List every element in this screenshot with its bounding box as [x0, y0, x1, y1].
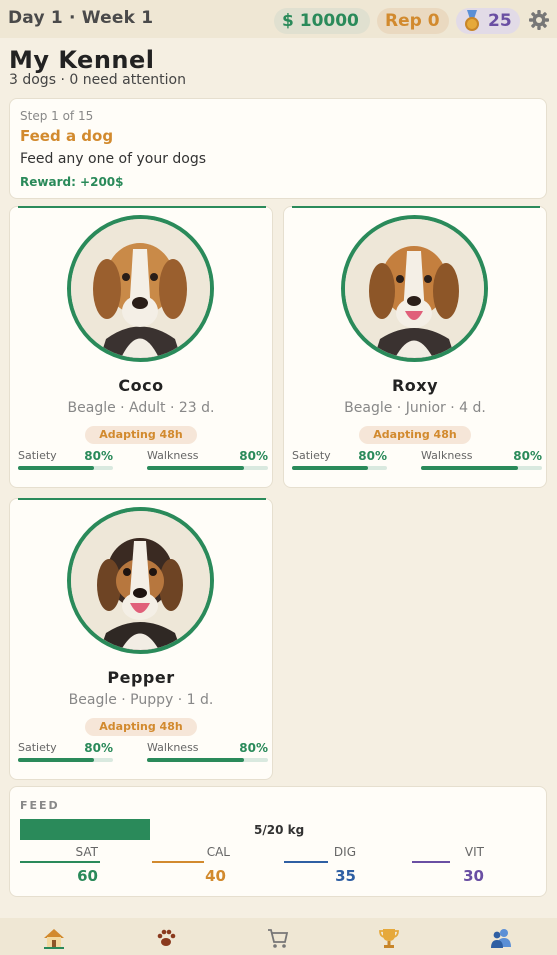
- feed-title: FEED: [20, 799, 60, 812]
- satiety-value: 80%: [84, 449, 113, 463]
- dog-card[interactable]: Roxy Beagle · Junior · 4 d. Adapting 48h…: [283, 206, 547, 488]
- dog-name: Roxy: [391, 376, 439, 395]
- top-bar: Day 1 · Week 1 $ 10000 Rep 0 25: [0, 0, 557, 38]
- money-counter: $ 10000: [274, 8, 370, 34]
- nutrient-line: [152, 861, 204, 863]
- dog-photo: [67, 507, 214, 654]
- user-icon[interactable]: [489, 926, 513, 950]
- task-description: Feed any one of your dogs: [20, 151, 207, 167]
- satiety-label: Satiety: [292, 449, 331, 462]
- status-badge: Adapting 48h: [359, 426, 471, 444]
- nutrient-dig: DIG 35: [284, 845, 356, 885]
- feed-panel: FEED 5/20 kg SAT 60 CAL 40 DIG 35 VIT 30: [9, 786, 547, 897]
- bottom-nav: [0, 918, 557, 955]
- walkness-value: 80%: [239, 449, 268, 463]
- walkness-label: Walkness: [421, 449, 473, 462]
- medal-counter: 25: [456, 8, 520, 34]
- dog-info: Beagle · Puppy · 1 d.: [68, 692, 214, 708]
- walkness-bar: [421, 466, 518, 470]
- medal-icon: [462, 10, 482, 32]
- feed-level-bar: [20, 819, 150, 840]
- nutrient-label: DIG: [333, 845, 356, 859]
- walkness-label: Walkness: [147, 449, 199, 462]
- dog-info: Beagle · Junior · 4 d.: [344, 400, 486, 416]
- task-step: Step 1 of 15: [20, 109, 94, 123]
- cart-icon[interactable]: [266, 926, 290, 950]
- nutrient-line: [412, 861, 450, 863]
- day-week-label: Day 1 · Week 1: [8, 8, 154, 28]
- page-subtitle: 3 dogs · 0 need attention: [9, 72, 186, 88]
- nutrient-vit: VIT 30: [412, 845, 484, 885]
- nutrient-line: [284, 861, 328, 863]
- walkness-bar: [147, 758, 244, 762]
- satiety-label: Satiety: [18, 741, 57, 754]
- settings-gear-icon[interactable]: [528, 9, 550, 31]
- walkness-label: Walkness: [147, 741, 199, 754]
- satiety-value: 80%: [84, 741, 113, 755]
- satiety-value: 80%: [358, 449, 387, 463]
- nutrient-label: CAL: [206, 845, 230, 859]
- dog-name: Coco: [118, 376, 164, 395]
- dog-name: Pepper: [107, 668, 175, 687]
- dog-info: Beagle · Adult · 23 d.: [67, 400, 215, 416]
- dog-photo: [341, 215, 488, 362]
- walkness-value: 80%: [239, 741, 268, 755]
- card-accent-line: [18, 206, 266, 208]
- nutrient-label: SAT: [75, 845, 98, 859]
- medal-count: 25: [488, 11, 512, 31]
- satiety-bar: [18, 758, 94, 762]
- nutrient-value: 40: [205, 867, 226, 885]
- page-title: My Kennel: [9, 46, 155, 74]
- satiety-stat: Satiety 80%: [18, 449, 113, 470]
- satiety-label: Satiety: [18, 449, 57, 462]
- walkness-stat: Walkness 80%: [421, 449, 542, 470]
- card-accent-line: [18, 498, 266, 500]
- satiety-stat: Satiety 80%: [292, 449, 387, 470]
- nutrient-value: 60: [77, 867, 98, 885]
- walkness-value: 80%: [513, 449, 542, 463]
- walkness-stat: Walkness 80%: [147, 449, 268, 470]
- task-name: Feed a dog: [20, 127, 114, 145]
- nutrient-line: [20, 861, 100, 863]
- task-reward: Reward: +200$: [20, 175, 124, 189]
- nutrient-sat: SAT 60: [20, 845, 100, 885]
- satiety-stat: Satiety 80%: [18, 741, 113, 762]
- walkness-bar: [147, 466, 244, 470]
- feed-amount: 5/20 kg: [254, 823, 305, 837]
- nutrient-value: 35: [335, 867, 356, 885]
- nutrient-label: VIT: [464, 845, 484, 859]
- nutrient-cal: CAL 40: [152, 845, 230, 885]
- reputation-counter: Rep 0: [377, 8, 449, 34]
- nutrient-value: 30: [463, 867, 484, 885]
- status-badge: Adapting 48h: [85, 718, 197, 736]
- dog-card[interactable]: Pepper Beagle · Puppy · 1 d. Adapting 48…: [9, 498, 273, 780]
- trophy-icon[interactable]: [377, 926, 401, 950]
- dog-card[interactable]: Coco Beagle · Adult · 23 d. Adapting 48h…: [9, 206, 273, 488]
- card-accent-line: [292, 206, 540, 208]
- satiety-bar: [292, 466, 368, 470]
- task-card[interactable]: Step 1 of 15 Feed a dog Feed any one of …: [9, 98, 547, 199]
- walkness-stat: Walkness 80%: [147, 741, 268, 762]
- home-icon[interactable]: [42, 926, 66, 950]
- status-badge: Adapting 48h: [85, 426, 197, 444]
- dog-photo: [67, 215, 214, 362]
- paw-icon[interactable]: [154, 926, 178, 950]
- satiety-bar: [18, 466, 94, 470]
